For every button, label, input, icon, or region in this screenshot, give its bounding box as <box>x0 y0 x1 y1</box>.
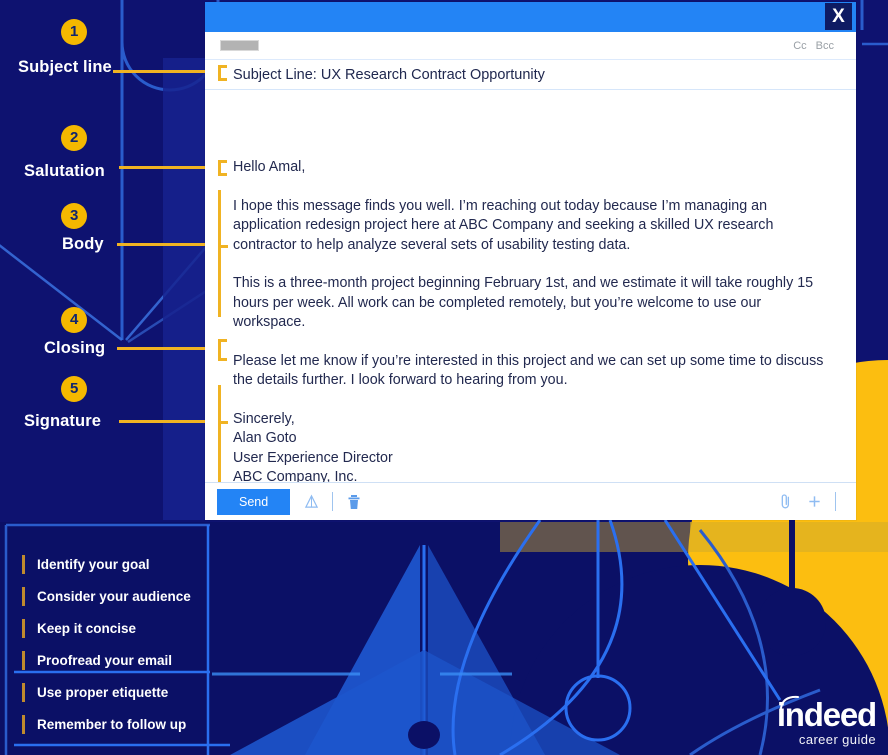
annotation-leader-line-5 <box>119 420 218 423</box>
format-text-glyph <box>305 494 319 508</box>
tip-list-item: Proofread your email <box>22 644 191 676</box>
bracket-body-tick <box>218 245 228 248</box>
annotation-leader-line-4 <box>117 347 218 350</box>
tip-list-item: Identify your goal <box>22 548 191 580</box>
annotation-number-4: 4 <box>61 307 87 333</box>
annotation-label-body: Body <box>62 235 104 253</box>
format-text-icon[interactable] <box>304 494 319 509</box>
tip-list-item: Use proper etiquette <box>22 676 191 708</box>
email-compose-window: X Cc Bcc Subject Line: UX Research Contr… <box>205 2 856 520</box>
annotation-leader-line-2 <box>119 166 218 169</box>
annotation-label-signature: Signature <box>24 412 101 430</box>
bracket-subject-line <box>218 65 227 81</box>
trash-glyph <box>348 494 360 509</box>
bracket-signature-tick <box>218 421 228 424</box>
indeed-career-guide-logo: indeed career guide <box>777 695 877 747</box>
email-body-editor[interactable]: Hello Amal, I hope this message finds yo… <box>205 90 856 540</box>
email-body-paragraph-1: I hope this message finds you well. I’m … <box>233 197 774 253</box>
bracket-signature <box>218 385 221 490</box>
recipient-redacted-chip <box>220 40 259 51</box>
email-body-paragraph-2: This is a three-month project beginning … <box>233 275 814 330</box>
email-toolbar: Send <box>205 482 856 520</box>
tip-bullet-bar <box>22 618 25 638</box>
annotation-leader-line-3 <box>117 243 218 246</box>
poster-canvas: 1 Subject line 2 Salutation 3 Body 4 Clo… <box>0 0 888 755</box>
tip-label: Remember to follow up <box>37 716 187 732</box>
bracket-closing <box>218 339 227 361</box>
subject-input-value: Subject Line: UX Research Contract Oppor… <box>233 66 545 83</box>
tip-label: Keep it concise <box>37 620 137 636</box>
plus-glyph <box>809 496 820 507</box>
tip-bullet-bar <box>22 650 25 670</box>
send-button[interactable]: Send <box>217 488 291 515</box>
paperclip-glyph <box>781 494 790 509</box>
tip-bullet-bar <box>22 682 25 702</box>
indeed-arc-icon <box>779 695 799 709</box>
annotation-number-2: 2 <box>61 125 87 151</box>
plus-icon[interactable] <box>807 494 822 509</box>
cc-bcc-group: Cc Bcc <box>793 40 834 52</box>
email-salutation: Hello Amal, <box>233 159 306 175</box>
email-signature-line-2: Alan Goto <box>233 430 297 446</box>
email-closing-paragraph: Please let me know if you’re interested … <box>233 352 824 389</box>
email-signature-line-3: User Experience Director <box>233 449 393 466</box>
cc-button[interactable]: Cc <box>793 40 806 52</box>
bracket-body <box>218 190 221 317</box>
tip-label: Use proper etiquette <box>37 684 169 700</box>
email-recipient-row[interactable]: Cc Bcc <box>205 32 856 60</box>
annotation-number-5: 5 <box>61 376 87 402</box>
tip-bullet-bar <box>22 554 25 574</box>
tip-list-item: Keep it concise <box>22 612 191 644</box>
email-subject-row[interactable]: Subject Line: UX Research Contract Oppor… <box>205 60 856 90</box>
annotation-number-3: 3 <box>61 203 87 229</box>
annotation-number-1: 1 <box>61 19 87 45</box>
toolbar-divider-right <box>835 492 836 511</box>
tip-list-item: Consider your audience <box>22 580 191 612</box>
email-title-bar: X <box>205 2 856 32</box>
toolbar-divider <box>332 492 334 511</box>
bracket-salutation <box>218 160 227 176</box>
close-icon[interactable]: X <box>825 3 852 30</box>
tip-label: Identify your goal <box>37 556 150 572</box>
tip-bullet-bar <box>22 586 25 606</box>
logo-tagline: career guide <box>798 732 876 747</box>
annotation-leader-line-1 <box>113 70 218 73</box>
annotation-label-closing: Closing <box>44 339 106 357</box>
tips-list: Identify your goal Consider your audienc… <box>22 548 191 740</box>
tip-label: Consider your audience <box>37 588 191 604</box>
annotation-label-salutation: Salutation <box>24 162 105 180</box>
tip-list-item: Remember to follow up <box>22 708 191 740</box>
trash-icon[interactable] <box>347 494 361 510</box>
annotation-label-subject-line: Subject line <box>18 58 112 76</box>
tip-label: Proofread your email <box>37 652 173 668</box>
paperclip-icon[interactable] <box>779 493 793 510</box>
tip-bullet-bar <box>22 714 25 734</box>
bcc-button[interactable]: Bcc <box>816 40 834 52</box>
email-signature-line-1: Sincerely, <box>233 410 295 427</box>
